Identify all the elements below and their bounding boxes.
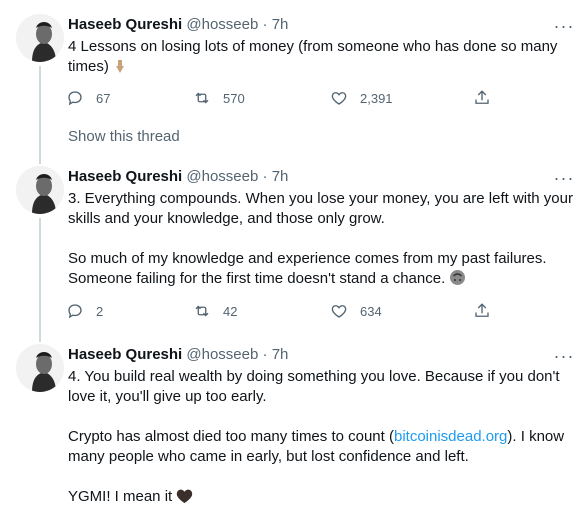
reply-icon — [68, 304, 82, 319]
author-handle[interactable]: @hosseeb — [186, 168, 258, 185]
tweet-header: Haseeb Qureshi @hosseeb · 7h — [68, 15, 288, 35]
point-down-icon — [113, 58, 129, 80]
retweet-button[interactable]: 42 — [193, 301, 237, 321]
text-line: Someone failing for the first time doesn… — [68, 269, 580, 292]
timestamp[interactable]: 7h — [272, 168, 289, 185]
tweet-text: 4. You build real wealth by doing someth… — [68, 367, 580, 510]
like-count: 634 — [360, 303, 382, 319]
author-name[interactable]: Haseeb Qureshi — [68, 168, 182, 185]
reply-count: 2 — [96, 303, 104, 319]
like-button[interactable]: 2,391 — [330, 88, 393, 108]
like-button[interactable]: 634 — [330, 301, 382, 321]
tweet-text: 3. Everything compounds. When you lose y… — [68, 189, 580, 292]
tweet-header: Haseeb Qureshi @hosseeb · 7h — [68, 345, 288, 365]
share-icon — [475, 303, 489, 317]
text-line: YGMI! I mean it — [68, 487, 580, 510]
text-line: Crypto has almost died too many times to… — [68, 428, 565, 445]
retweet-count: 42 — [223, 303, 238, 319]
more-options-button[interactable]: ··· — [552, 17, 576, 35]
thread-connector-line — [39, 218, 41, 342]
separator-dot: · — [262, 16, 268, 33]
separator-dot: · — [262, 168, 268, 185]
text-line: many people who came in early, but lost … — [68, 448, 469, 465]
author-name[interactable]: Haseeb Qureshi — [68, 346, 182, 363]
tweet-header: Haseeb Qureshi @hosseeb · 7h — [68, 167, 288, 187]
text-line: love it, you'll give up too early. — [68, 388, 267, 405]
text-line: So much of my knowledge and experience c… — [68, 250, 547, 267]
text-line-2: times) — [68, 57, 580, 80]
more-options-button[interactable]: ··· — [552, 169, 576, 187]
text-line: 4 Lessons on losing lots of money (from … — [68, 38, 558, 55]
share-button[interactable] — [473, 301, 491, 321]
text-line: 4. You build real wealth by doing someth… — [68, 368, 560, 385]
retweet-button[interactable]: 570 — [193, 88, 245, 108]
share-icon — [475, 90, 489, 104]
retweet-icon — [195, 305, 209, 317]
avatar[interactable] — [16, 344, 64, 392]
reply-icon — [68, 91, 82, 106]
upside-down-face-icon — [449, 269, 466, 292]
timestamp[interactable]: 7h — [272, 346, 289, 363]
reply-count: 67 — [96, 90, 111, 106]
show-thread-link[interactable]: Show this thread — [68, 127, 180, 147]
external-link[interactable]: bitcoinisdead.org — [394, 428, 507, 445]
text-line: 3. Everything compounds. When you lose y… — [68, 190, 573, 207]
thread-connector-line — [39, 66, 41, 164]
text-line: skills and your knowledge, and those onl… — [68, 210, 385, 227]
reply-button[interactable]: 2 — [66, 301, 103, 321]
reply-button[interactable]: 67 — [66, 88, 110, 108]
more-options-button[interactable]: ··· — [552, 347, 576, 365]
like-count: 2,391 — [360, 90, 393, 106]
avatar[interactable] — [16, 14, 64, 62]
separator-dot: · — [262, 346, 268, 363]
author-handle[interactable]: @hosseeb — [186, 16, 258, 33]
author-handle[interactable]: @hosseeb — [186, 346, 258, 363]
share-button[interactable] — [473, 88, 491, 108]
retweet-icon — [195, 92, 209, 104]
heart-icon — [331, 92, 347, 105]
heart-icon — [331, 305, 347, 318]
tweet-text: 4 Lessons on losing lots of money (from … — [68, 37, 580, 80]
retweet-count: 570 — [223, 90, 245, 106]
action-bar: 67 570 2,391 — [66, 88, 506, 108]
black-heart-icon — [176, 488, 193, 510]
avatar[interactable] — [16, 166, 64, 214]
timestamp[interactable]: 7h — [272, 16, 289, 33]
author-name[interactable]: Haseeb Qureshi — [68, 16, 182, 33]
action-bar: 2 42 634 — [66, 301, 506, 321]
